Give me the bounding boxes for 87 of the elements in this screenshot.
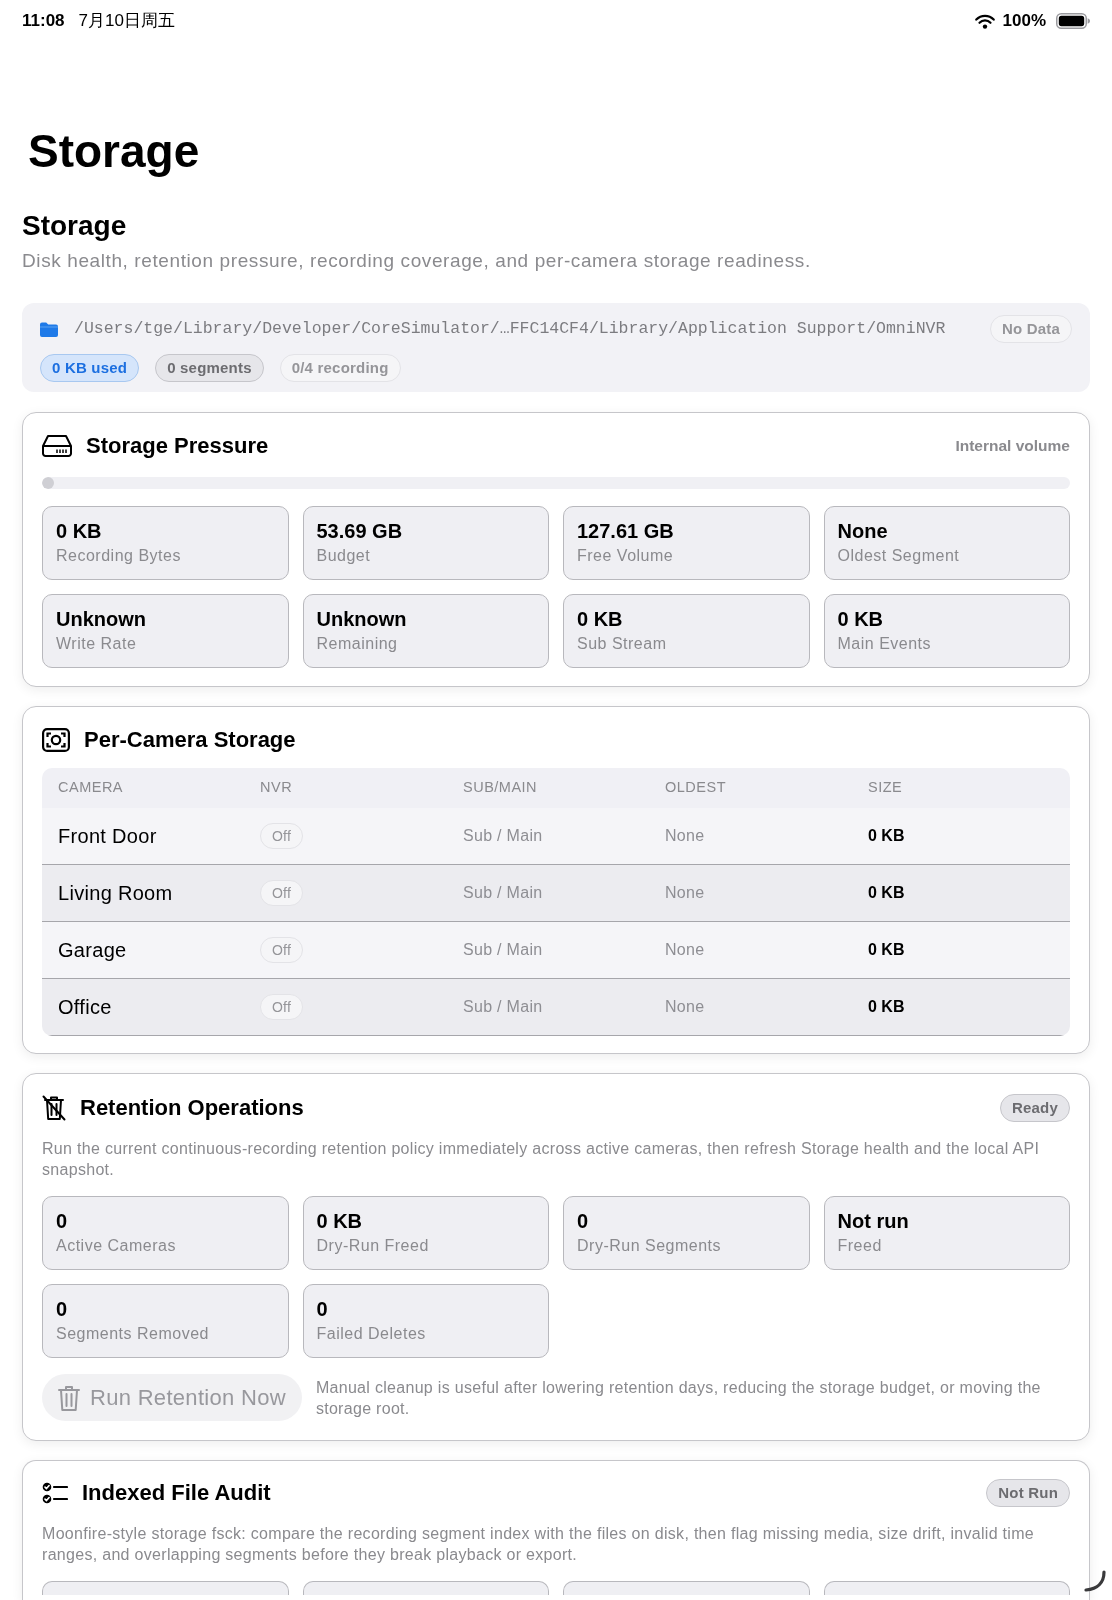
oldest-text: None [665,826,705,846]
volume-label: Internal volume [955,436,1070,457]
metric-value: 0 [577,1209,590,1233]
metric-value: 0 KB [837,607,885,631]
section-subtitle: Disk health, retention pressure, recording coverage, and per-camera storage readiness. [22,249,812,273]
stream-text: Sub / Main [463,940,543,960]
metric-label: Recording Bytes [56,546,182,566]
column-header: OLDEST [664,778,727,798]
metric-value: 0 KB [577,607,624,631]
metric-value: 53.69 GB [316,519,404,543]
metric-label: Active Cameras [56,1236,177,1256]
nvr-status-pill: Off [260,823,304,849]
stream-text: Sub / Main [463,997,543,1017]
action-note: Manual cleanup is useful after lowering retention days, reducing the storage budget, or moving the storage root. [315,1377,1042,1419]
stream-text: Sub / Main [463,826,543,846]
metric-label: Segments Removed [56,1324,210,1344]
folder-icon [40,321,58,337]
metric-value: 0 [56,1209,69,1233]
battery-icon [1056,13,1090,29]
card-title: Retention Operations [80,1094,304,1122]
section-title: Storage [22,209,128,243]
metric-label: Write Rate [56,634,138,654]
camera-name: Front Door [58,824,157,849]
metric-label: Remaining [316,634,399,654]
metric-value: 0 [316,1297,329,1321]
wifi-icon [974,13,995,29]
status-date: 7月10日周五 [78,10,175,33]
status-badge: Not Run [986,1479,1070,1507]
trash-slash-icon [42,1095,66,1121]
storage-path: /Users/tge/Library/Developer/CoreSimulator/…FFC14CF4/Library/Application Support/OmniNVR [74,318,946,340]
card-description: Moonfire-style storage fsck: compare the recording segment index with the files on disk, then flag missing media, size drift, invalid time ranges, and overlapping segments before they break playback or export. [42,1524,1036,1565]
checklist-icon [42,1482,68,1504]
card-description: Run the current continuous-recording retention policy immediately across active cameras, then refresh Storage health and the local API snapshot. [42,1139,1041,1180]
nvr-status-pill: Off [260,994,304,1020]
column-header: NVR [259,778,294,798]
card-title: Storage Pressure [86,432,269,460]
stat-chip: 0/4 recording [279,354,401,382]
metric-value: 0 KB [316,1209,364,1233]
metric-value: Unknown [316,607,408,631]
oldest-text: None [665,997,705,1017]
camera-name: Living Room [58,881,173,906]
metric-label: Oldest Segment [837,546,961,566]
stat-chip: 0 segments [155,354,264,382]
camera-name: Office [58,995,112,1020]
stream-text: Sub / Main [463,883,543,903]
metric-label: Freed [837,1236,883,1256]
metric-value: 127.61 GB [577,519,675,543]
table-row[interactable]: Front Door Off Sub / Main None 0 KB [42,808,1070,865]
size-text: 0 KB [868,997,905,1017]
status-badge: Ready [999,1094,1070,1122]
battery-percent: 100% [1002,10,1046,33]
metric-value: None [837,519,889,543]
metric-label: Failed Deletes [316,1324,427,1344]
stat-chip: 0 KB used [40,354,140,382]
column-header: SUB/MAIN [462,778,539,798]
metric-label: Main Events [837,634,933,654]
metric-label: Budget [316,546,372,566]
status-badge: No Data [989,315,1072,343]
column-header: SIZE [867,778,904,798]
metric-value: 0 KB [56,519,103,543]
column-header: CAMERA [57,778,125,798]
metric-label: Free Volume [577,546,675,566]
table-row[interactable]: Garage Off Sub / Main None 0 KB [42,922,1070,979]
oldest-text: None [665,883,705,903]
page-title: Storage [28,124,201,179]
card-title: Indexed File Audit [82,1479,271,1507]
camera-frame-icon [42,728,70,752]
metric-label: Dry-Run Freed [316,1236,430,1256]
card-title: Per-Camera Storage [84,726,296,754]
metric-label: Dry-Run Segments [577,1236,723,1256]
table-row[interactable]: Office Off Sub / Main None 0 KB [42,979,1070,1036]
size-text: 0 KB [868,826,905,846]
nvr-status-pill: Off [260,880,304,906]
nvr-status-pill: Off [260,937,304,963]
metric-value: 0 [56,1297,69,1321]
trash-icon [58,1384,80,1411]
camera-name: Garage [58,938,127,963]
status-time: 11:08 [22,10,65,33]
size-text: 0 KB [868,883,905,903]
metric-label: Sub Stream [577,634,668,654]
hard-drive-icon [42,435,72,457]
metric-value: Unknown [56,607,147,631]
metric-value: Not run [837,1209,910,1233]
size-text: 0 KB [868,940,905,960]
resize-handle-icon[interactable] [1084,1570,1106,1592]
table-row[interactable]: Living Room Off Sub / Main None 0 KB [42,865,1070,922]
oldest-text: None [665,940,705,960]
